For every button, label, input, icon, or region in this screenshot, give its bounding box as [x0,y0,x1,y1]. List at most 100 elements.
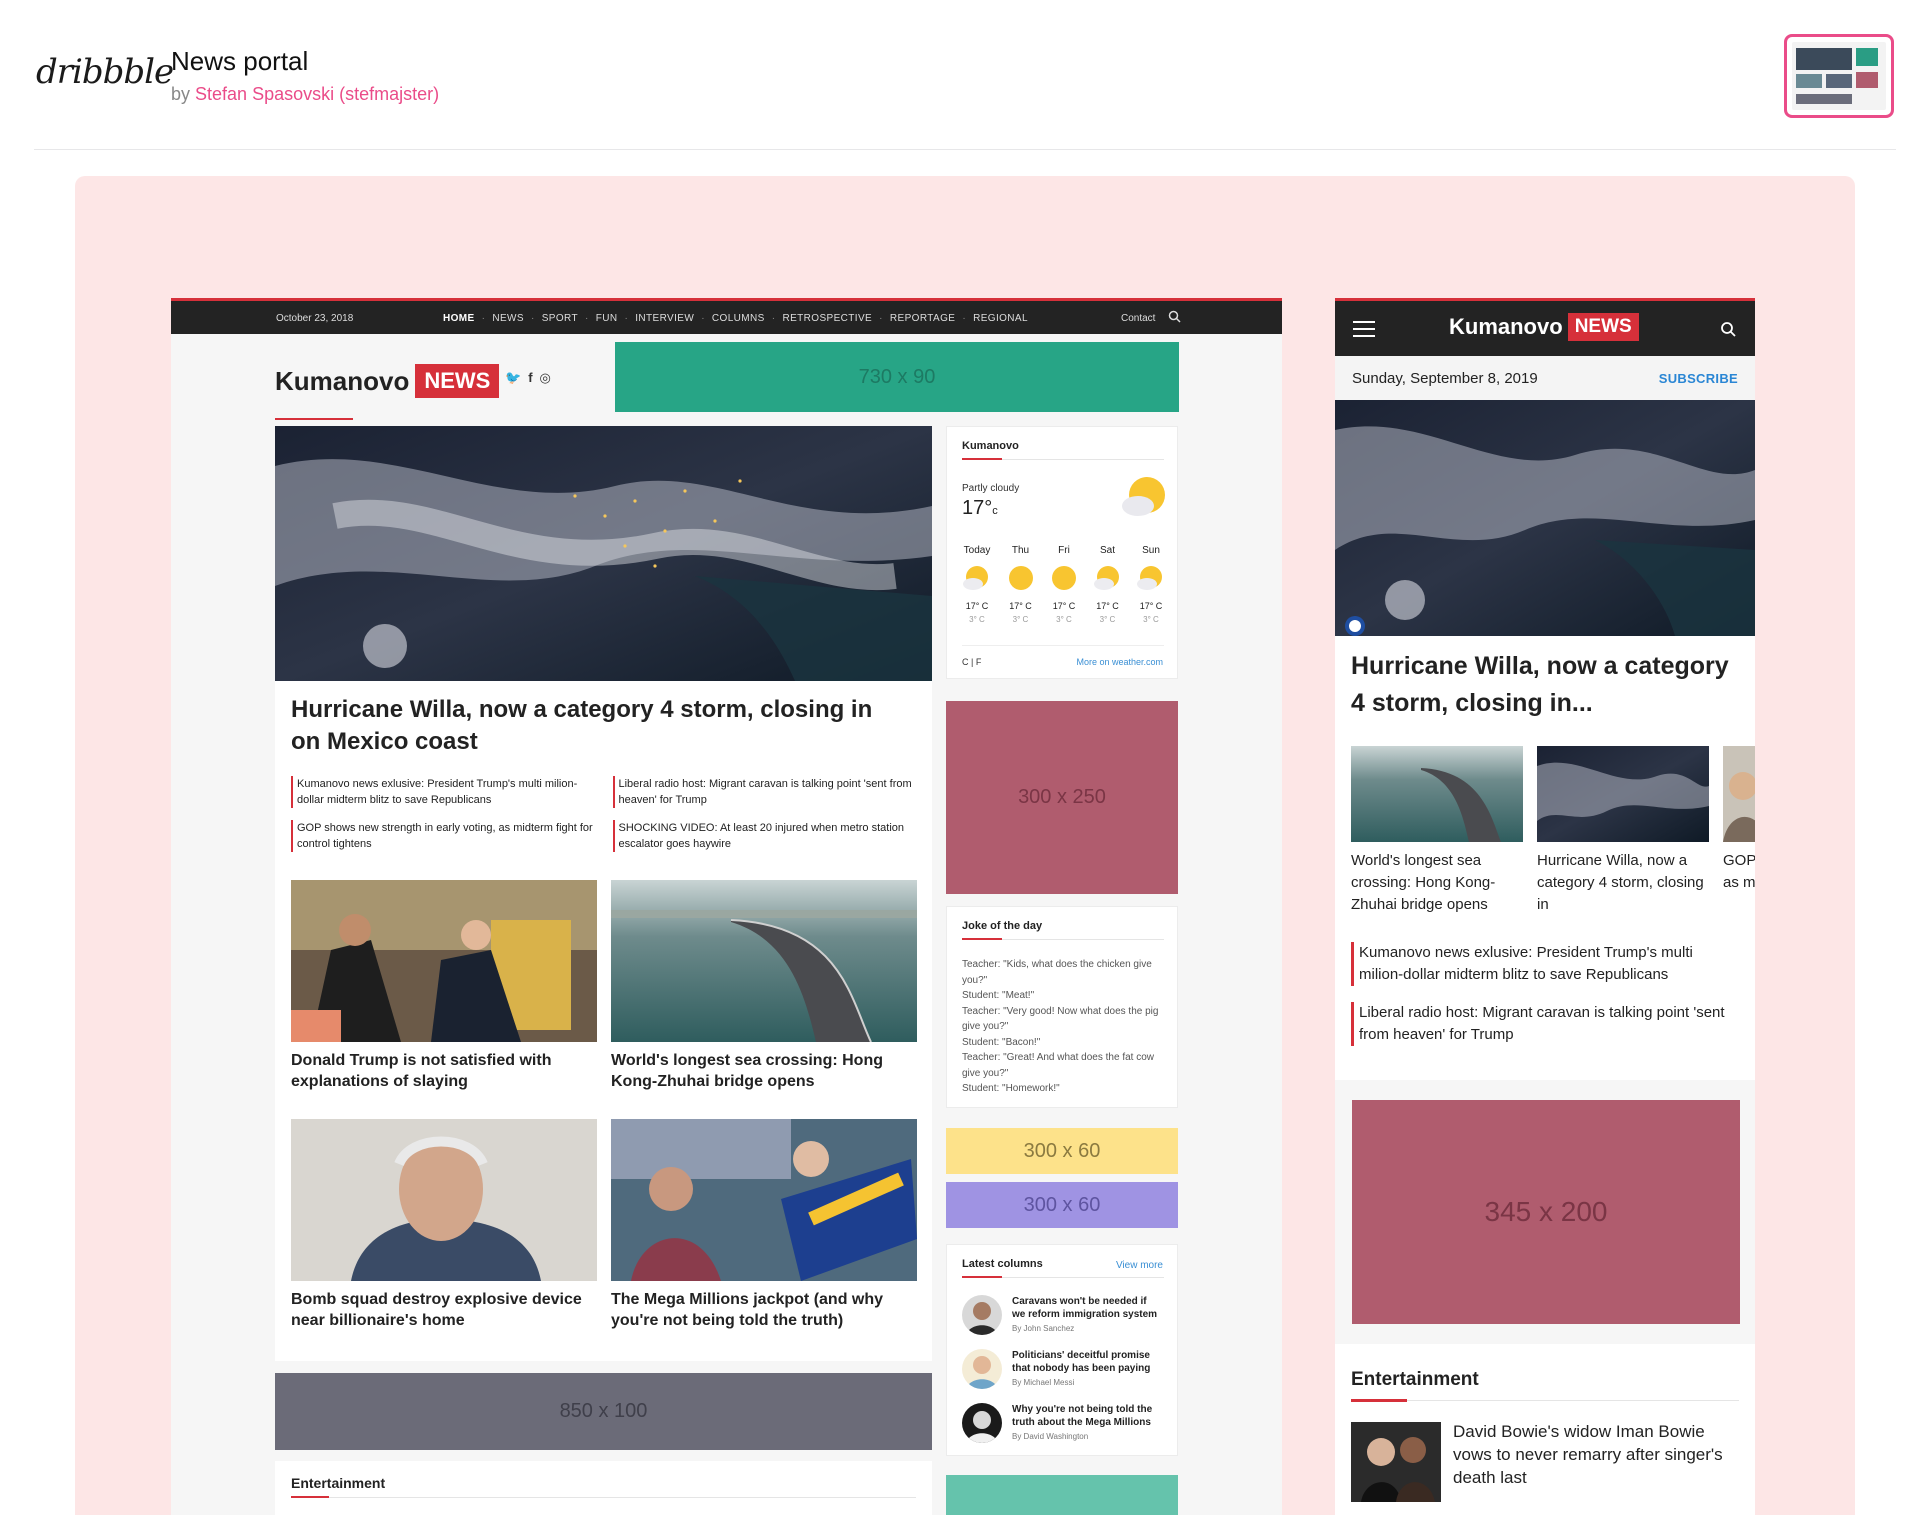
twitter-icon[interactable]: 🐦 [505,370,521,386]
weather-divider [962,645,1164,646]
joke-widget: Joke of the day Teacher: "Kids, what doe… [946,906,1178,1108]
avatar [962,1295,1002,1335]
news-tile-caption: World's longest sea crossing: Hong Kong-… [611,1052,883,1090]
entertainment-story-image[interactable] [1351,1422,1441,1502]
column-item[interactable]: Why you're not being told the truth abou… [962,1403,1167,1447]
ad-banner-730x90[interactable]: 730 x 90 [615,342,1179,412]
news-tile-caption: The Mega Millions jackpot (and why you'r… [611,1291,884,1329]
headline-item[interactable]: Liberal radio host: Migrant caravan is t… [1351,1002,1741,1046]
mobile-main-card: Hurricane Willa, now a category 4 storm,… [1335,400,1755,1080]
by-prefix: by [171,84,191,104]
story-card[interactable]: Hurricane Willa, now a category 4 storm,… [1537,746,1709,916]
mobile-headline-list: Kumanovo news exlusive: President Trump'… [1351,942,1741,1062]
thumbnail-preview [1792,42,1886,110]
hero-image[interactable] [275,426,932,681]
column-title: Politicians' deceitful promise that nobo… [1012,1349,1162,1389]
unit-toggle[interactable]: C | F [962,657,981,667]
menu-item-interview[interactable]: INTERVIEW [635,313,694,324]
news-tile-caption: Donald Trump is not satisfied with expla… [291,1052,552,1090]
forecast-day-name: Sun [1142,545,1160,556]
site-logo[interactable]: Kumanovo NEWS [275,364,500,398]
forecast-low: 3° C [1056,615,1072,624]
column-item[interactable]: Politicians' deceitful promise that nobo… [962,1349,1167,1393]
weather-condition: Partly cloudy [962,483,1020,494]
menu-item-regional[interactable]: REGIONAL [973,313,1028,324]
social-links: 🐦 f ◎ [505,370,551,386]
forecast-day: Sun 17° C 3° C [1133,545,1169,624]
hero-headline[interactable]: Hurricane Willa, now a category 4 storm,… [291,694,891,758]
ad-banner-300x250[interactable]: 300 x 250 [946,701,1178,894]
instagram-icon[interactable]: ◎ [540,370,551,386]
ad-banner-345x200[interactable]: 345 x 200 [1352,1100,1740,1324]
menu-item-sport[interactable]: SPORT [542,313,578,324]
headline-item[interactable]: GOP shows new strength in early voting, … [291,820,595,852]
story-card[interactable]: GOP shows new strength as m [1723,746,1755,894]
joke-title: Joke of the day [962,920,1043,932]
forecast-day-name: Today [963,545,991,556]
headline-item[interactable]: Liberal radio host: Migrant caravan is t… [612,776,917,808]
top-navigation: October 23, 2018 HOME · NEWS · SPORT · FUN ·… [171,298,1282,334]
story-card[interactable]: World's longest sea crossing: Hong Kong-… [1351,746,1523,916]
shot-canvas: October 23, 2018 HOME · NEWS · SPORT · FUN ·… [75,176,1855,1515]
forecast-low: 3° C [1012,615,1029,624]
ad-banner-300x60-yellow[interactable]: 300 x 60 [946,1128,1178,1174]
forecast-low: 3° C [969,615,985,624]
column-item[interactable]: Caravans won't be needed if we reform im… [962,1295,1167,1339]
shot-thumbnail[interactable] [1784,34,1894,118]
search-icon[interactable] [1720,321,1736,342]
column-author: By Michael Messi [1012,1378,1075,1387]
menu-item-retrospective[interactable]: RETROSPECTIVE [782,313,872,324]
subscribe-button[interactable]: SUBSCRIBE [1659,371,1738,386]
forecast-high: 17° C [965,601,989,611]
mobile-site-logo[interactable]: Kumanovo NEWS [1449,313,1639,341]
forecast-day-name: Sat [1099,545,1115,556]
search-icon[interactable] [1168,310,1181,326]
weather-more-link[interactable]: More on weather.com [1076,657,1163,667]
news-tile-caption: Bomb squad destroy explosive device near… [291,1291,582,1329]
mobile-hero-image[interactable] [1335,400,1755,636]
menu-item-columns[interactable]: COLUMNS [712,313,765,324]
joke-text: Teacher: "Kids, what does the chicken gi… [962,959,1159,1094]
avatar [962,1349,1002,1389]
news-tile[interactable]: Bomb squad destroy explosive device near… [291,1119,597,1331]
forecast-day: Today 17° C 3° C [959,545,995,624]
temperature-value: 17° [962,497,993,519]
news-tile[interactable]: The Mega Millions jackpot (and why you'r… [611,1119,917,1331]
section-underline [1351,1399,1739,1402]
news-tile[interactable]: World's longest sea crossing: Hong Kong-… [611,880,917,1092]
shot-byline: by Stefan Spasovski (stefmajster) [171,84,439,105]
news-tile-image [291,1119,597,1281]
weather-temperature: 17°c [962,497,998,520]
brand-name: Kumanovo [1449,314,1563,339]
view-more-link[interactable]: View more [1116,1260,1163,1271]
menu-item-news[interactable]: NEWS [492,313,524,324]
story-card-image [1351,746,1523,842]
ad-banner-teal[interactable] [946,1475,1178,1515]
mobile-story-carousel[interactable]: World's longest sea crossing: Hong Kong-… [1351,746,1755,936]
forecast-day: Fri 17° C 3° C [1046,545,1082,624]
ad-banner-850x100[interactable]: 850 x 100 [275,1373,932,1450]
dribbble-logo[interactable]: dribbble [36,52,174,92]
author-link[interactable]: Stefan Spasovski (stefmajster) [195,84,439,104]
mobile-hero-headline[interactable]: Hurricane Willa, now a category 4 storm,… [1351,648,1741,722]
dribbble-header: dribbble News portal by Stefan Spasovski… [0,0,1920,150]
headline-item[interactable]: SHOCKING VIDEO: At least 20 injured when… [612,820,917,852]
menu-item-fun[interactable]: FUN [596,313,618,324]
entertainment-story-headline[interactable]: David Bowie's widow Iman Bowie vows to n… [1453,1420,1733,1489]
section-title: Entertainment [1351,1369,1479,1390]
columns-title-underline [962,1276,1164,1278]
forecast-low: 3° C [1143,615,1159,624]
facebook-icon[interactable]: f [528,370,532,386]
ad-banner-300x60-purple[interactable]: 300 x 60 [946,1182,1178,1228]
news-tile[interactable]: Donald Trump is not satisfied with expla… [291,880,597,1092]
menu-item-home[interactable]: HOME [443,313,475,324]
forecast-high: 17° C [1009,601,1032,611]
forecast-day-name: Fri [1058,545,1070,556]
contact-link[interactable]: Contact [1121,313,1155,324]
headline-item[interactable]: Kumanovo news exlusive: President Trump'… [1351,942,1741,986]
mobile-date: Sunday, September 8, 2019 [1352,370,1538,387]
menu-icon[interactable] [1353,321,1375,342]
brand-badge: NEWS [1567,313,1639,341]
headline-item[interactable]: Kumanovo news exlusive: President Trump'… [291,776,595,808]
menu-item-reportage[interactable]: REPORTAGE [890,313,955,324]
